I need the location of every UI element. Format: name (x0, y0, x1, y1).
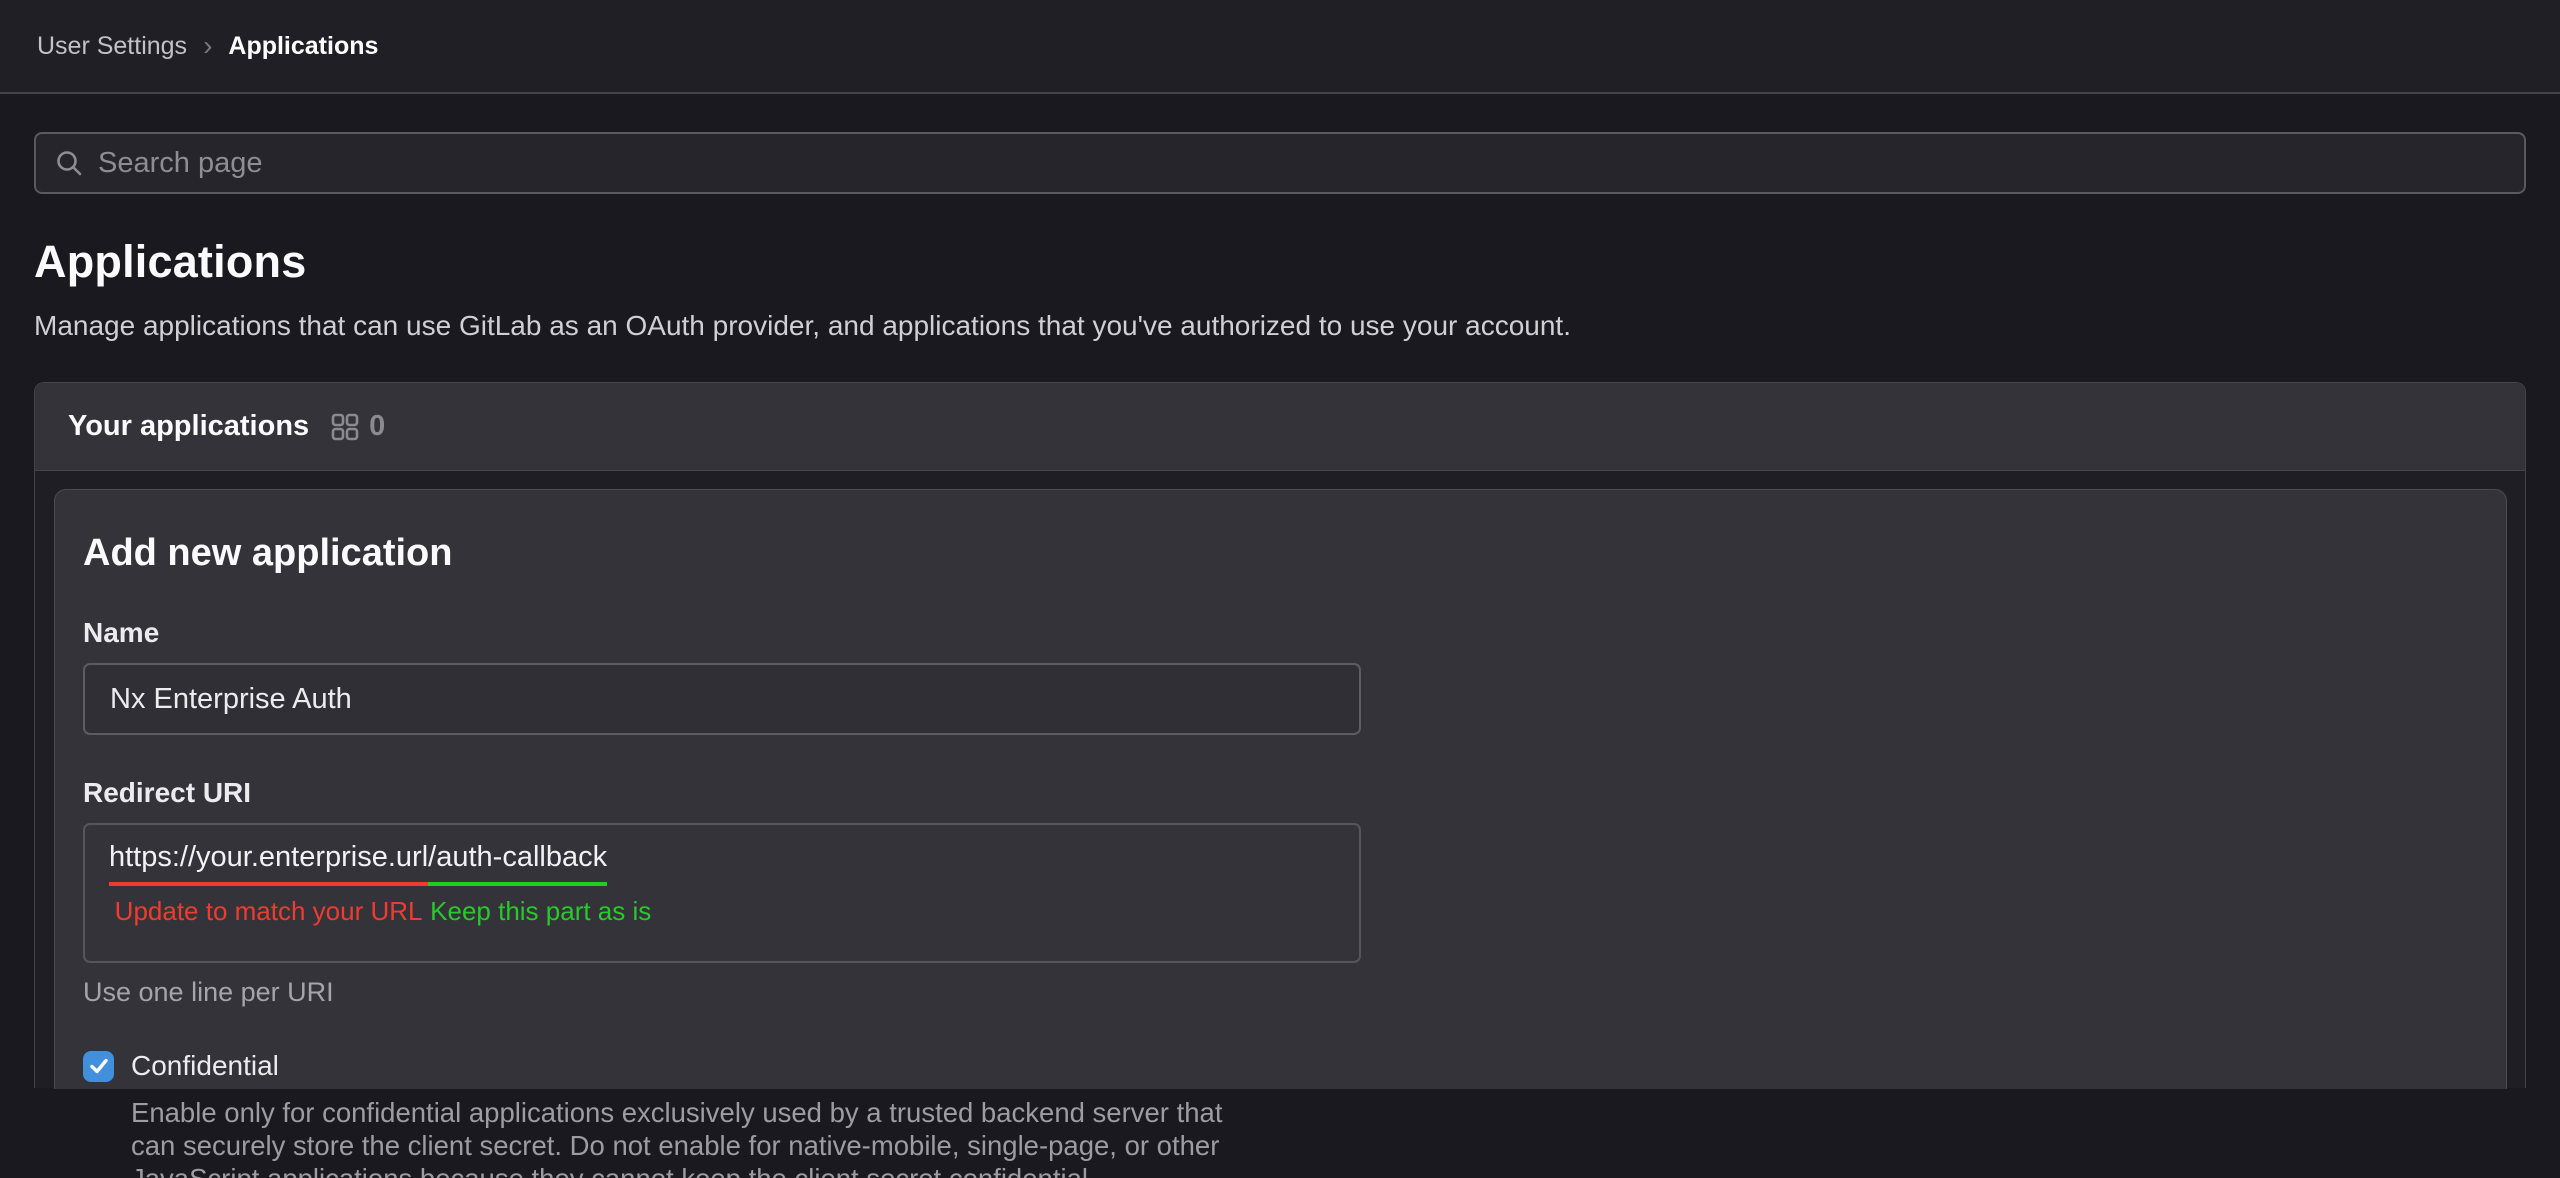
page-title: Applications (34, 236, 2526, 288)
redirect-uri-hint: Use one line per URI (83, 977, 2478, 1008)
annotation-update-url: Update to match your URL (109, 896, 428, 927)
redirect-uri-value: https://your.enterprise.url/auth-callbac… (109, 841, 1359, 874)
your-applications-header: Your applications 0 (35, 383, 2525, 471)
confidential-help-line: can securely store the client secret. Do… (131, 1129, 2478, 1162)
checkmark-icon (88, 1055, 110, 1077)
redirect-uri-textarea[interactable]: https://your.enterprise.url/auth-callbac… (83, 823, 1361, 963)
confidential-checkbox[interactable] (83, 1051, 114, 1082)
redirect-uri-annotations: https://your.enterprise.url Update to ma… (109, 887, 1359, 927)
applications-count-badge: 0 (369, 410, 385, 443)
breadcrumb-user-settings[interactable]: User Settings (37, 32, 187, 61)
confidential-label[interactable]: Confidential (131, 1050, 279, 1082)
redirect-uri-path-segment: /auth-callback (428, 841, 607, 886)
search-placeholder: Search page (98, 147, 262, 180)
applications-grid-icon (331, 413, 359, 441)
panel-body: Add new application Name Redirect URI ht… (35, 471, 2525, 1089)
breadcrumb-applications: Applications (228, 32, 378, 61)
name-field[interactable] (83, 663, 1361, 735)
search-icon (54, 148, 84, 178)
your-applications-panel: Your applications 0 Add new application … (34, 382, 2526, 1088)
your-applications-title: Your applications (68, 410, 309, 443)
annotation-keep-part: Keep this part as is (428, 896, 651, 927)
breadcrumb-separator-icon: › (203, 32, 212, 60)
confidential-help-line: Enable only for confidential application… (131, 1096, 2478, 1129)
redirect-uri-host-segment: https://your.enterprise.url (109, 841, 428, 886)
page-description: Manage applications that can use GitLab … (34, 310, 2526, 342)
name-label: Name (83, 617, 2478, 649)
add-new-application-card: Add new application Name Redirect URI ht… (54, 489, 2507, 1089)
confidential-help-line: JavaScript applications because they can… (131, 1162, 2478, 1178)
add-new-application-title: Add new application (83, 532, 2478, 575)
breadcrumb-bar: User Settings › Applications (0, 0, 2560, 94)
search-input[interactable]: Search page (34, 132, 2526, 194)
confidential-help-text: Enable only for confidential application… (131, 1096, 2478, 1178)
redirect-uri-label: Redirect URI (83, 777, 2478, 809)
